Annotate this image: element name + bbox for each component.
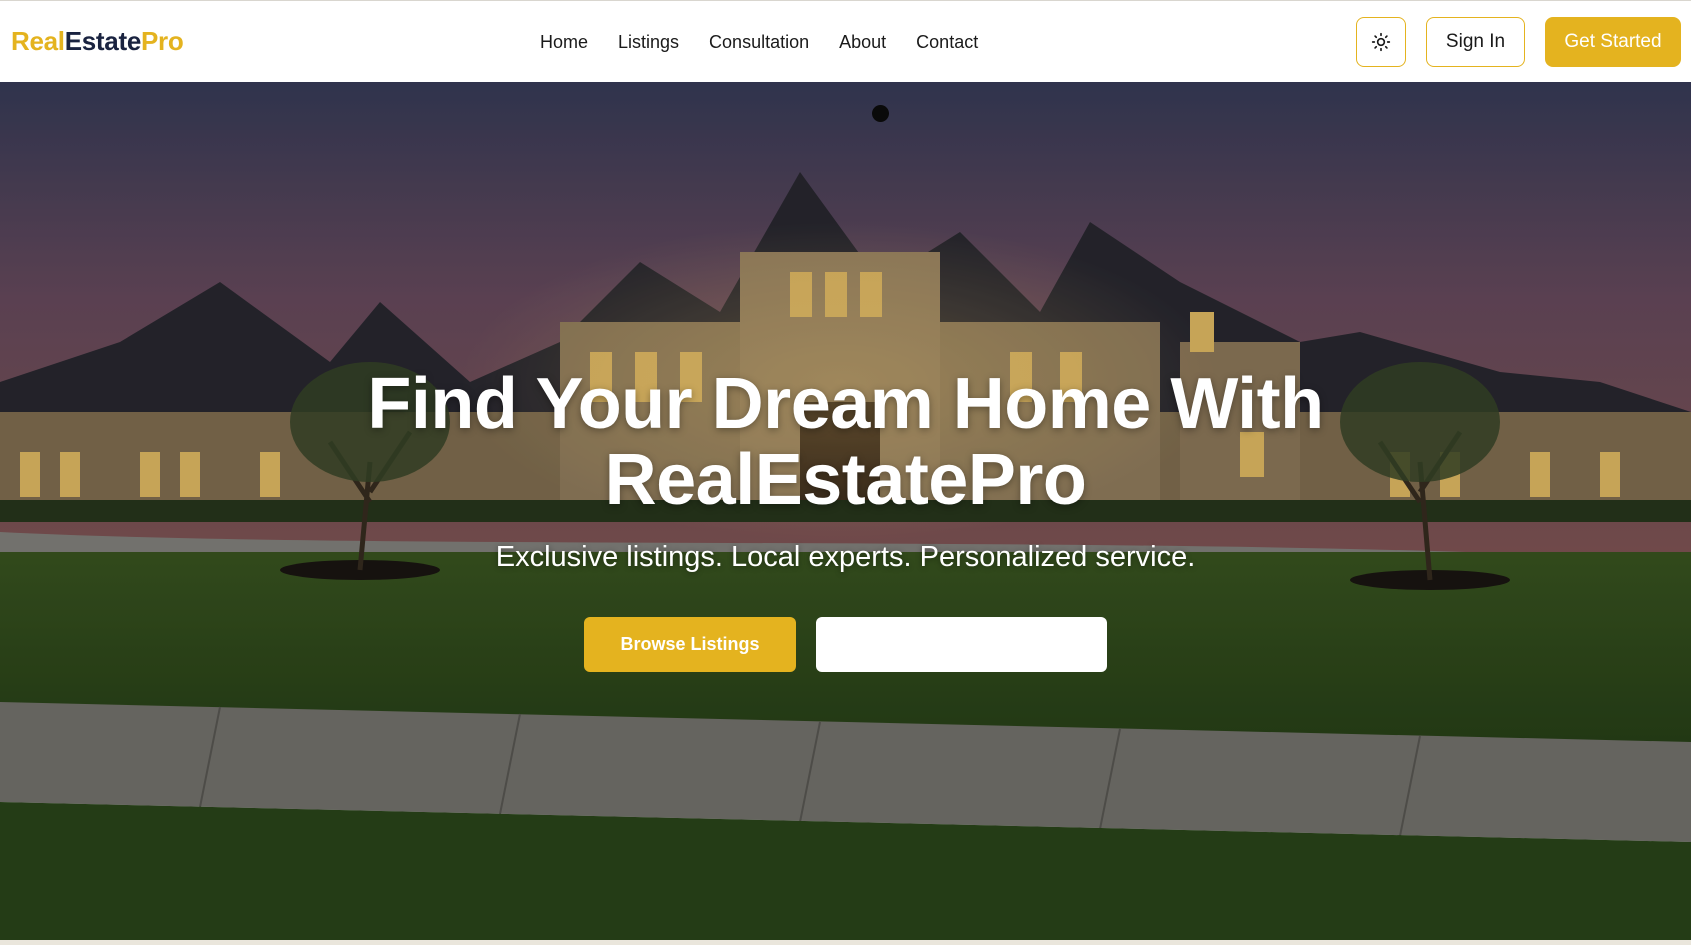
nav-item-listings[interactable]: Listings xyxy=(618,29,679,55)
browse-listings-button[interactable]: Browse Listings xyxy=(584,617,796,672)
nav-item-consultation[interactable]: Consultation xyxy=(709,29,809,55)
hero-subtitle: Exclusive listings. Local experts. Perso… xyxy=(495,541,1196,573)
brand-logo-part-real: Real xyxy=(11,26,65,56)
hero-title-line-2: RealEstatePro xyxy=(604,440,1087,520)
site-header: RealEstatePro Home Listings Consultation… xyxy=(0,0,1691,82)
brand-logo-part-estate: Estate xyxy=(64,26,142,56)
theme-toggle-button[interactable] xyxy=(1356,17,1406,67)
page: RealEstatePro Home Listings Consultation… xyxy=(0,0,1691,945)
sign-in-button[interactable]: Sign In xyxy=(1426,17,1525,67)
bottom-divider xyxy=(0,940,1691,945)
brand-logo-part-pro: Pro xyxy=(140,26,184,56)
get-started-button[interactable]: Get Started xyxy=(1545,17,1681,67)
nav-item-home[interactable]: Home xyxy=(540,29,588,55)
hero-title-line-1: Find Your Dream Home With xyxy=(367,364,1324,444)
hero-title: Find Your Dream Home With RealEstatePro xyxy=(0,366,1691,518)
secondary-hero-button[interactable] xyxy=(816,617,1107,672)
hero-section: Find Your Dream Home With RealEstatePro … xyxy=(0,82,1691,940)
cursor-indicator xyxy=(872,105,889,122)
sun-icon xyxy=(1371,32,1391,52)
nav-item-contact[interactable]: Contact xyxy=(916,29,978,55)
nav-item-about[interactable]: About xyxy=(839,29,886,55)
main-nav: Home Listings Consultation About Contact xyxy=(540,29,1008,55)
brand-logo[interactable]: RealEstatePro xyxy=(11,25,184,57)
